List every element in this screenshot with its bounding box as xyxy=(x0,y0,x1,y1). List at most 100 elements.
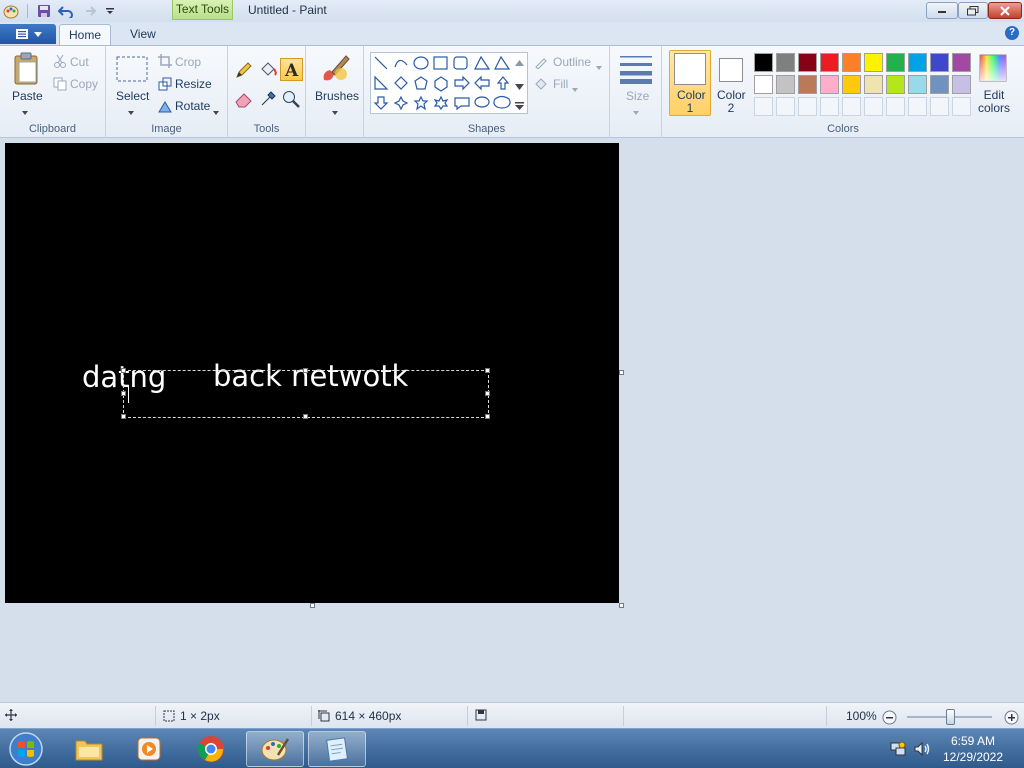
tab-home[interactable]: Home xyxy=(59,24,111,46)
palette-swatch[interactable] xyxy=(930,75,949,94)
rotate-button[interactable]: Rotate xyxy=(175,99,210,113)
textbox-handle-ml[interactable] xyxy=(121,391,126,396)
shapes-scroll-down-icon[interactable] xyxy=(515,79,524,93)
taskbar-paint[interactable] xyxy=(246,731,304,767)
brushes-button[interactable]: Brushes xyxy=(315,89,359,103)
network-icon[interactable] xyxy=(890,741,906,760)
palette-custom-slot[interactable] xyxy=(754,97,773,116)
palette-custom-slot[interactable] xyxy=(952,97,971,116)
textbox-handle-tm[interactable] xyxy=(303,368,308,373)
close-button[interactable] xyxy=(988,2,1022,19)
select-button[interactable]: Select xyxy=(116,89,149,103)
palette-swatch[interactable] xyxy=(842,75,861,94)
paint-app-icon[interactable] xyxy=(2,2,20,20)
palette-swatch[interactable] xyxy=(864,75,883,94)
palette-swatch[interactable] xyxy=(754,53,773,72)
customize-qat-chevron-icon[interactable] xyxy=(101,2,119,20)
text-edit-box[interactable] xyxy=(121,368,490,419)
palette-swatch[interactable] xyxy=(820,75,839,94)
undo-icon[interactable] xyxy=(57,2,75,20)
edit-colors-icon[interactable] xyxy=(979,54,1007,85)
textbox-handle-br[interactable] xyxy=(485,414,490,419)
textbox-handle-bm[interactable] xyxy=(303,414,308,419)
taskbar-media-player[interactable] xyxy=(120,731,178,767)
color-picker-icon[interactable] xyxy=(257,88,279,110)
palette-swatch[interactable] xyxy=(798,53,817,72)
zoom-out-button[interactable] xyxy=(882,710,897,725)
tab-view[interactable]: View xyxy=(118,24,168,46)
palette-custom-slot[interactable] xyxy=(908,97,927,116)
magnifier-icon[interactable] xyxy=(280,88,302,110)
palette-swatch[interactable] xyxy=(776,53,795,72)
cut-button[interactable]: Cut xyxy=(70,55,89,69)
taskbar-chrome[interactable] xyxy=(182,731,240,767)
crop-button[interactable]: Crop xyxy=(175,55,201,69)
fill-bucket-icon[interactable] xyxy=(257,59,279,81)
paste-button[interactable] xyxy=(12,52,42,89)
text-tool-icon[interactable]: A xyxy=(280,58,303,81)
system-clock[interactable]: 6:59 AM 12/29/2022 xyxy=(938,733,1008,765)
zoom-in-button[interactable] xyxy=(1004,710,1019,725)
paint-menu-button[interactable] xyxy=(0,24,56,44)
palette-swatch[interactable] xyxy=(908,53,927,72)
restore-button[interactable] xyxy=(958,2,988,19)
palette-swatch[interactable] xyxy=(886,53,905,72)
paste-label[interactable]: Paste xyxy=(12,89,43,103)
palette-swatch[interactable] xyxy=(798,75,817,94)
palette-custom-slot[interactable] xyxy=(842,97,861,116)
drawing-canvas[interactable]: datng back netwotk xyxy=(5,143,619,603)
palette-swatch[interactable] xyxy=(952,53,971,72)
textbox-handle-mr[interactable] xyxy=(485,391,490,396)
textbox-handle-tl[interactable] xyxy=(121,368,126,373)
palette-swatch[interactable] xyxy=(842,53,861,72)
paste-dropdown-chevron-icon[interactable] xyxy=(22,104,28,118)
eraser-tool-icon[interactable] xyxy=(233,88,255,110)
fill-dropdown-chevron-icon[interactable] xyxy=(572,81,578,95)
resize-button[interactable]: Resize xyxy=(175,77,212,91)
taskbar-notepad[interactable] xyxy=(308,731,366,767)
palette-custom-slot[interactable] xyxy=(864,97,883,116)
fill-button[interactable]: Fill xyxy=(553,77,568,91)
palette-swatch[interactable] xyxy=(930,53,949,72)
color2-swatch[interactable] xyxy=(719,58,743,82)
brushes-dropdown-chevron-icon[interactable] xyxy=(332,104,338,118)
select-dropdown-chevron-icon[interactable] xyxy=(128,104,134,118)
palette-swatch[interactable] xyxy=(864,53,883,72)
palette-swatch[interactable] xyxy=(820,53,839,72)
palette-custom-slot[interactable] xyxy=(886,97,905,116)
palette-swatch[interactable] xyxy=(886,75,905,94)
palette-custom-slot[interactable] xyxy=(820,97,839,116)
palette-custom-slot[interactable] xyxy=(798,97,817,116)
select-icon[interactable] xyxy=(116,56,148,85)
textbox-handle-bl[interactable] xyxy=(121,414,126,419)
edit-colors-button[interactable]: Edit colors xyxy=(976,89,1012,115)
zoom-slider-thumb[interactable] xyxy=(946,709,955,725)
color2-label[interactable]: Color 2 xyxy=(717,89,746,115)
canvas-resize-handle-right[interactable] xyxy=(619,370,624,375)
canvas-resize-handle-bottom[interactable] xyxy=(310,603,315,608)
palette-swatch[interactable] xyxy=(754,75,773,94)
palette-custom-slot[interactable] xyxy=(930,97,949,116)
rotate-dropdown-chevron-icon[interactable] xyxy=(213,104,219,118)
brushes-icon[interactable] xyxy=(318,52,352,89)
palette-custom-slot[interactable] xyxy=(776,97,795,116)
size-dropdown-chevron-icon[interactable] xyxy=(633,104,639,118)
copy-button[interactable]: Copy xyxy=(70,77,98,91)
pencil-tool-icon[interactable] xyxy=(233,59,255,81)
textbox-handle-tr[interactable] xyxy=(485,368,490,373)
canvas-resize-handle-corner[interactable] xyxy=(619,603,624,608)
save-icon[interactable] xyxy=(35,2,53,20)
outline-button[interactable]: Outline xyxy=(553,55,591,69)
shapes-scroll-up-icon[interactable] xyxy=(515,55,524,69)
start-button[interactable] xyxy=(2,731,50,767)
palette-swatch[interactable] xyxy=(908,75,927,94)
minimize-button[interactable] xyxy=(926,2,958,19)
taskbar-file-explorer[interactable] xyxy=(60,731,118,767)
palette-swatch[interactable] xyxy=(952,75,971,94)
size-lines-icon[interactable] xyxy=(619,54,653,87)
size-button[interactable]: Size xyxy=(626,89,649,103)
volume-icon[interactable] xyxy=(913,741,931,760)
palette-swatch[interactable] xyxy=(776,75,795,94)
shapes-gallery[interactable] xyxy=(370,52,528,114)
outline-dropdown-chevron-icon[interactable] xyxy=(596,59,602,73)
